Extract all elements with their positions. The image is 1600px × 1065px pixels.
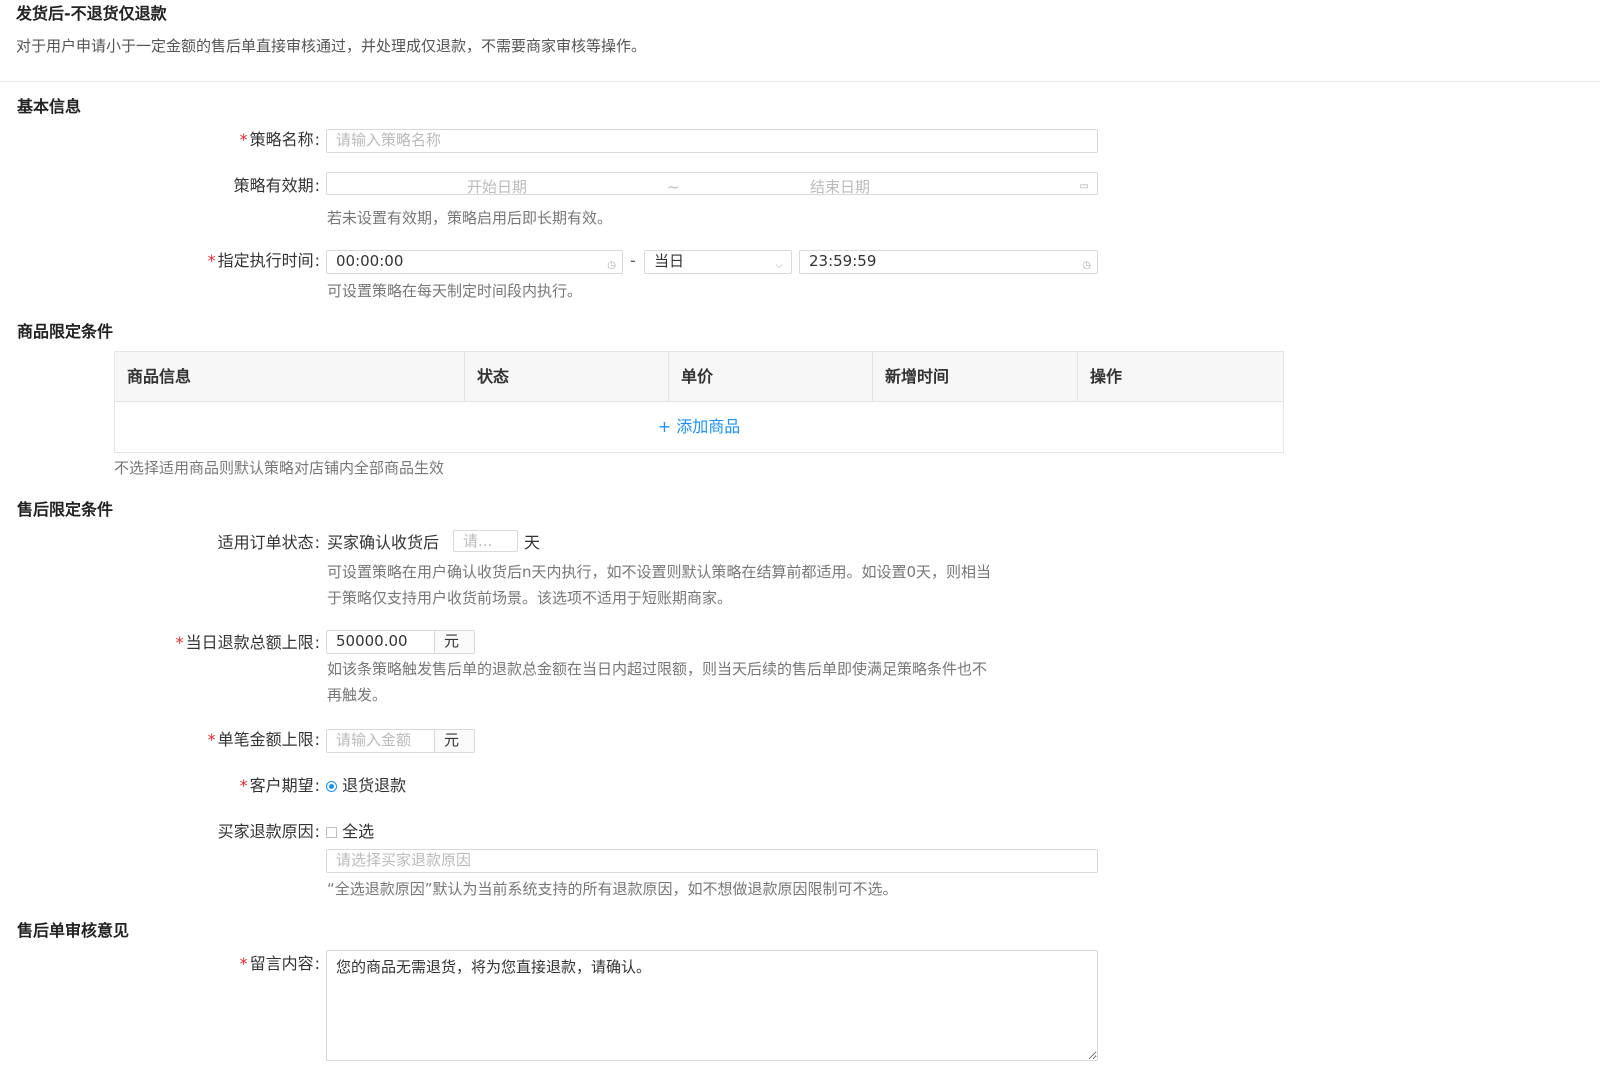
exec-day-select[interactable]: 当日 ⌵: [644, 250, 792, 274]
daily-limit-unit: 元: [434, 630, 475, 654]
goods-table: 商品信息 状态 单价 新增时间 操作 + 添加商品: [114, 351, 1284, 453]
section-title-aftersale: 售后限定条件: [17, 500, 114, 519]
page-description: 对于用户申请小于一定金额的售后单直接审核通过，并处理成仅退款，不需要商家审核等操…: [16, 37, 647, 55]
order-status-hint-line1: 可设置策略在用户确认收货后n天内执行，如不设置则默认策略在结算前都适用。如设置0…: [327, 563, 992, 581]
exec-start-time-input[interactable]: 00:00:00 ◷: [326, 250, 623, 274]
clock-icon: ◷: [1082, 260, 1091, 271]
column-header-status: 状态: [465, 352, 669, 401]
daily-limit-hint-line2: 再触发。: [327, 686, 388, 704]
validity-hint: 若未设置有效期，策略启用后即长期有效。: [327, 209, 613, 227]
add-goods-link[interactable]: + 添加商品: [115, 402, 1283, 452]
days-input[interactable]: 请...: [453, 530, 518, 552]
range-separator: ~: [667, 178, 680, 195]
section-title-basic: 基本信息: [17, 97, 82, 116]
chevron-down-icon: ⌵: [775, 260, 783, 271]
header-divider: [0, 81, 1600, 82]
order-status-hint-line2: 于策略仅支持用户收货前场景。该选项不适用于短账期商家。: [327, 589, 733, 607]
order-status-label: 适用订单状态:: [217, 533, 320, 552]
exec-time-hint: 可设置策略在每天制定时间段内执行。: [327, 282, 583, 300]
calendar-icon: ▭: [1079, 181, 1089, 192]
radio-selected-icon[interactable]: [326, 781, 337, 792]
checkbox-icon[interactable]: [326, 827, 337, 838]
column-header-price: 单价: [669, 352, 873, 401]
single-limit-label: * 单笔金额上限:: [207, 730, 320, 749]
daily-limit-label: * 当日退款总额上限:: [175, 633, 320, 652]
exec-time-dash: -: [630, 251, 636, 270]
message-label: * 留言内容:: [239, 954, 320, 973]
single-limit-input[interactable]: 请输入金额: [326, 729, 435, 753]
single-limit-unit: 元: [434, 729, 475, 753]
column-header-goods-info: 商品信息: [115, 352, 465, 401]
strategy-name-input[interactable]: 请输入策略名称: [326, 129, 1098, 153]
daily-limit-hint-line1: 如该条策略触发售后单的退款总金额在当日内超过限额，则当天后续的售后单即使满足策略…: [327, 660, 988, 678]
section-title-review: 售后单审核意见: [17, 921, 130, 940]
validity-date-range[interactable]: 开始日期 ~ 结束日期 ▭: [326, 172, 1098, 195]
column-header-added-time: 新增时间: [873, 352, 1078, 401]
validity-label: 策略有效期:: [233, 176, 320, 195]
goods-hint: 不选择适用商品则默认策略对店铺内全部商品生效: [114, 459, 445, 477]
exec-end-time-input[interactable]: 23:59:59 ◷: [799, 250, 1098, 274]
column-header-actions: 操作: [1090, 367, 1123, 386]
clock-icon: ◷: [607, 260, 616, 271]
message-textarea[interactable]: 您的商品无需退货，将为您直接退款，请确认。: [326, 950, 1098, 1061]
select-all-checkbox-option[interactable]: 全选: [326, 821, 374, 843]
order-status-prefix: 买家确认收货后: [327, 533, 440, 552]
exec-time-label: * 指定执行时间:: [207, 251, 320, 270]
expectation-label: * 客户期望:: [239, 776, 320, 795]
expectation-radio-option[interactable]: 退货退款: [326, 775, 406, 797]
days-unit: 天: [524, 533, 541, 552]
refund-reason-select[interactable]: 请选择买家退款原因: [326, 849, 1098, 873]
end-date-input[interactable]: 结束日期: [810, 177, 870, 194]
start-date-input[interactable]: 开始日期: [467, 177, 527, 194]
goods-table-header: 商品信息 状态 单价 新增时间 操作: [115, 352, 1283, 402]
refund-reason-hint: “全选退款原因”默认为当前系统支持的所有退款原因，如不想做退款原因限制可不选。: [327, 880, 898, 898]
refund-reason-label: 买家退款原因:: [217, 822, 320, 841]
daily-limit-input[interactable]: 50000.00: [326, 630, 435, 654]
section-title-goods: 商品限定条件: [17, 322, 114, 341]
strategy-name-label: * 策略名称:: [239, 130, 320, 149]
page-title: 发货后-不退货仅退款: [16, 4, 167, 23]
